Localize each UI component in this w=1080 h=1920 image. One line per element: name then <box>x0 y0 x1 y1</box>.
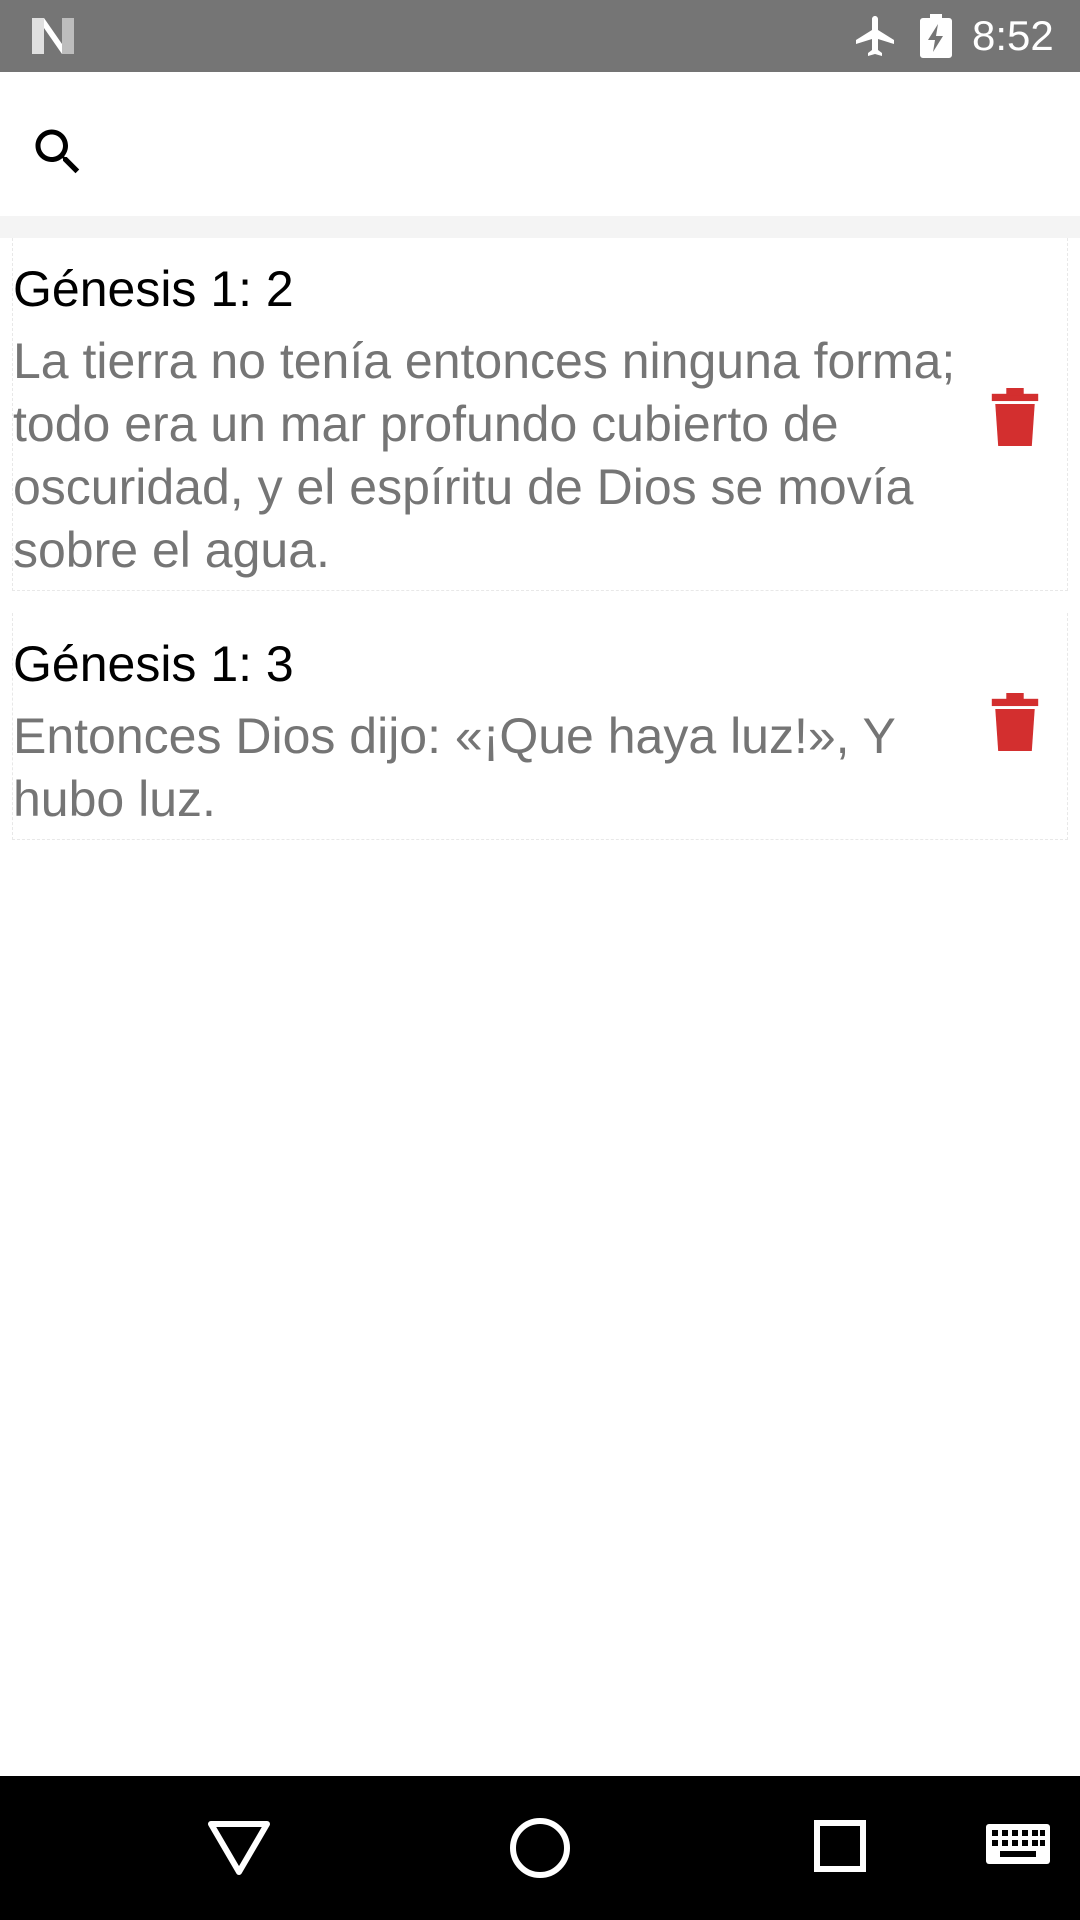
back-icon[interactable] <box>206 1818 272 1878</box>
screen: 8:52 Génesis 1: 2 La tierra no tenía ent… <box>0 0 1080 1920</box>
verse-reference: Génesis 1: 2 <box>13 261 294 317</box>
verse-text: La tierra no tenía entonces ninguna form… <box>13 333 956 578</box>
status-bar: 8:52 <box>0 0 1080 72</box>
navigation-bar <box>0 1776 1080 1920</box>
search-input[interactable] <box>110 102 1050 186</box>
home-icon[interactable] <box>508 1816 572 1880</box>
notification-n-icon <box>32 18 74 54</box>
verse-text: Entonces Dios dijo: «¡Que haya luz!», Y … <box>13 708 896 827</box>
verse-reference: Génesis 1: 3 <box>13 636 294 692</box>
delete-icon[interactable] <box>991 693 1039 751</box>
status-time: 8:52 <box>972 12 1054 59</box>
search-bar <box>0 72 1080 216</box>
search-icon[interactable] <box>28 122 88 182</box>
list-top-divider <box>0 216 1080 238</box>
list-item[interactable]: Génesis 1: 3 Entonces Dios dijo: «¡Que h… <box>12 613 1068 840</box>
favorites-list: Génesis 1: 2 La tierra no tenía entonces… <box>0 238 1080 862</box>
keyboard-icon[interactable] <box>986 1824 1050 1868</box>
airplane-mode-icon <box>856 16 894 56</box>
list-item[interactable]: Génesis 1: 2 La tierra no tenía entonces… <box>12 238 1068 591</box>
recents-icon[interactable] <box>814 1820 866 1872</box>
battery-charging-icon <box>920 14 952 58</box>
delete-icon[interactable] <box>991 388 1039 446</box>
